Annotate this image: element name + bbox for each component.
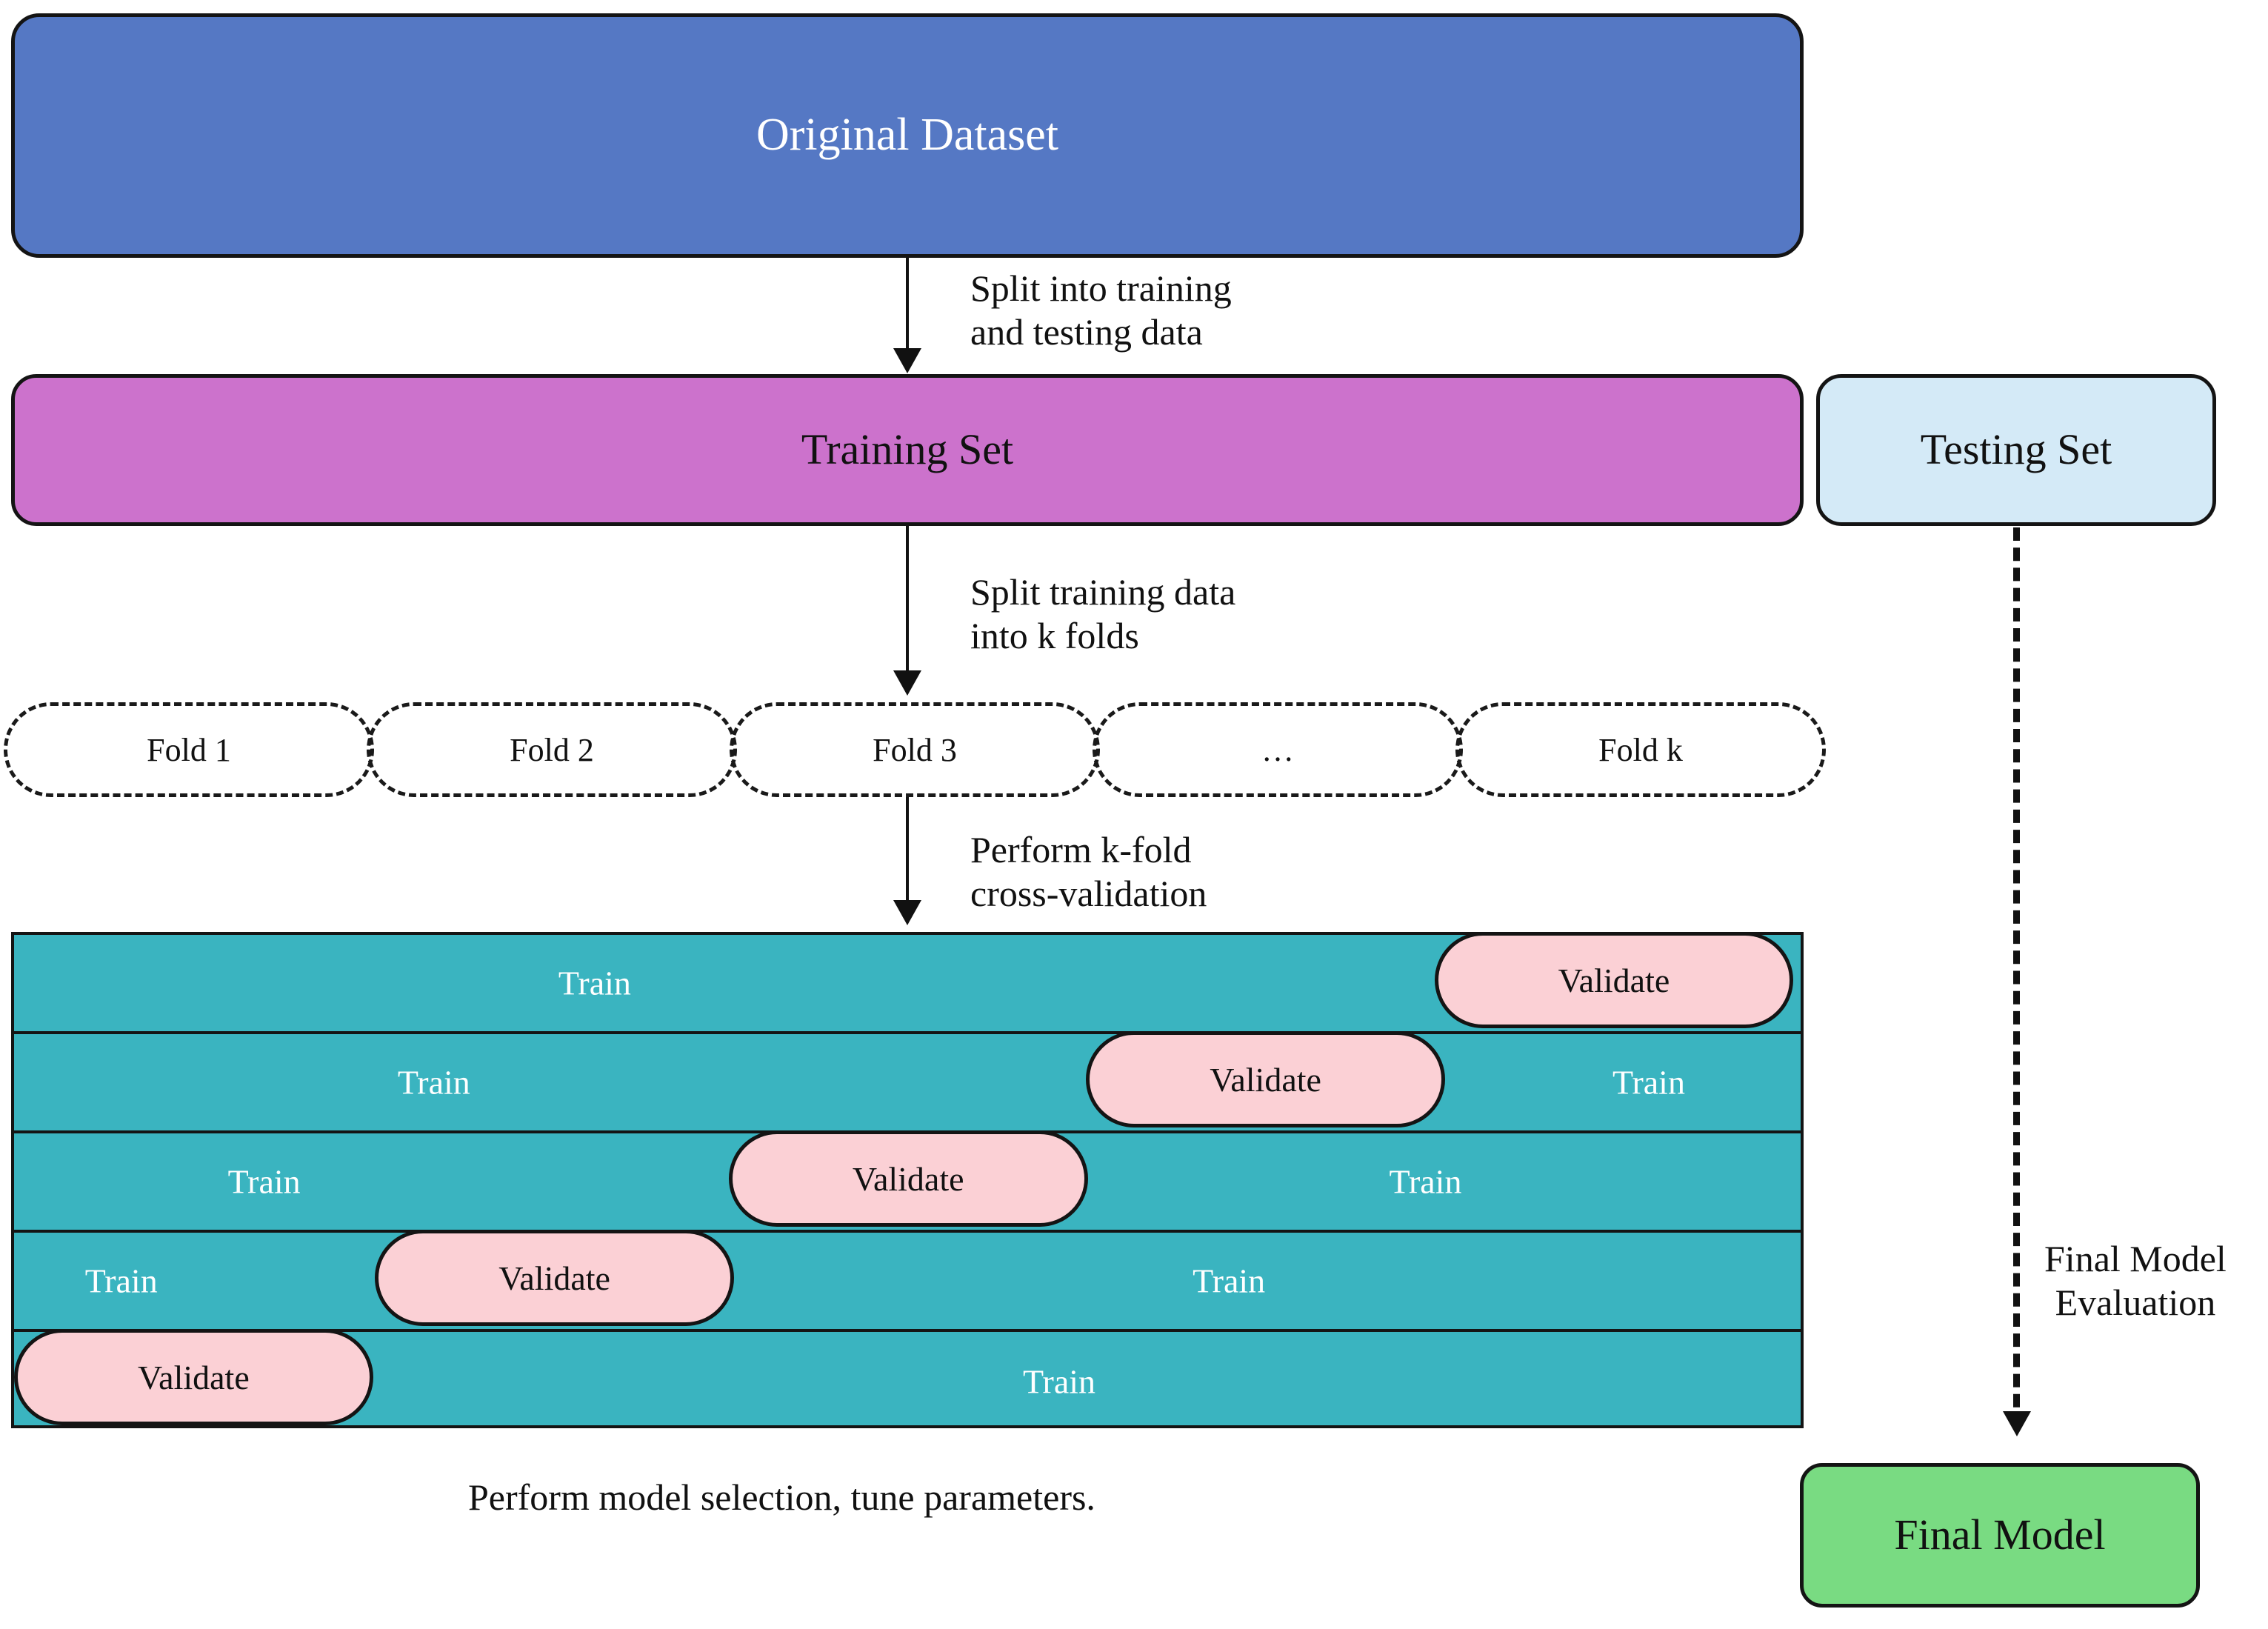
cv-train-label: Train — [558, 964, 631, 1002]
cv-validate-label: Validate — [498, 1259, 610, 1297]
node-final-model-label: Final Model — [1894, 1510, 2106, 1559]
cv-validate-pill: Validate — [375, 1230, 735, 1326]
cv-validate-label: Validate — [1558, 961, 1670, 999]
edge-label-split-train-test: Split into training and testing data — [970, 267, 1232, 353]
cv-row: Train Validate — [14, 1329, 1801, 1431]
fold-label: … — [1261, 731, 1294, 768]
cv-validate-pill: Validate — [14, 1329, 373, 1425]
cv-train-label: Train — [1612, 1063, 1685, 1102]
cv-validate-pill: Validate — [1086, 1031, 1445, 1127]
diagram-canvas: Original Dataset Split into training and… — [0, 0, 2268, 1629]
fold-item-2: Fold 2 — [367, 702, 737, 797]
arrow-split-k-folds-shaft — [906, 526, 909, 682]
arrow-perform-cv-head — [893, 900, 921, 925]
arrow-split-train-test-head — [893, 348, 921, 373]
edge-label-perform-cv: Perform k-fold cross-validation — [970, 829, 1207, 914]
node-original-dataset-label: Original Dataset — [756, 110, 1059, 161]
fold-item-ellipsis: … — [1093, 702, 1463, 797]
cv-validate-label: Validate — [138, 1358, 250, 1396]
edge-label-split-k-folds: Split training data into k folds — [970, 571, 1236, 656]
node-final-model: Final Model — [1800, 1463, 2200, 1608]
folds-row: Fold 1 Fold 2 Fold 3 … Fold k — [0, 702, 1826, 797]
cv-row: Train Train Validate — [14, 1031, 1801, 1133]
edge-label-final-model-evaluation: Final Model Evaluation — [2044, 1238, 2227, 1323]
cv-train-label: Train — [227, 1162, 301, 1201]
cv-row: Train Validate — [14, 932, 1801, 1034]
cv-validate-pill: Validate — [1434, 932, 1794, 1028]
cv-row: Train Train Validate — [14, 1130, 1801, 1233]
fold-label: Fold k — [1598, 731, 1683, 768]
node-testing-set: Testing Set — [1816, 374, 2216, 526]
node-testing-set-label: Testing Set — [1920, 425, 2112, 474]
arrow-final-model-evaluation-shaft — [2013, 527, 2020, 1428]
arrow-split-k-folds-head — [893, 670, 921, 696]
node-original-dataset: Original Dataset — [11, 13, 1804, 258]
arrow-final-model-evaluation-head — [2003, 1411, 2031, 1436]
cv-caption: Perform model selection, tune parameters… — [468, 1476, 1095, 1518]
cross-validation-matrix: Train Validate Train Train Validate Trai… — [11, 932, 1804, 1428]
fold-label: Fold 3 — [873, 731, 957, 768]
cv-validate-label: Validate — [1210, 1060, 1321, 1099]
node-training-set-label: Training Set — [801, 425, 1014, 474]
arrow-split-train-test-shaft — [906, 258, 909, 362]
arrow-perform-cv-shaft — [906, 797, 909, 907]
fold-label: Fold 1 — [147, 731, 231, 768]
cv-train-label: Train — [397, 1063, 470, 1102]
cv-validate-label: Validate — [852, 1159, 964, 1198]
cv-row: Train Train Validate — [14, 1230, 1801, 1332]
cv-validate-pill: Validate — [728, 1130, 1088, 1227]
cv-train-label: Train — [1023, 1362, 1096, 1401]
cv-train-label: Train — [1389, 1162, 1462, 1201]
fold-item-k: Fold k — [1455, 702, 1826, 797]
fold-item-3: Fold 3 — [730, 702, 1100, 797]
cv-train-label: Train — [84, 1262, 158, 1300]
fold-item-1: Fold 1 — [4, 702, 374, 797]
fold-label: Fold 2 — [510, 731, 594, 768]
node-training-set: Training Set — [11, 374, 1804, 526]
cv-train-label: Train — [1193, 1262, 1266, 1300]
